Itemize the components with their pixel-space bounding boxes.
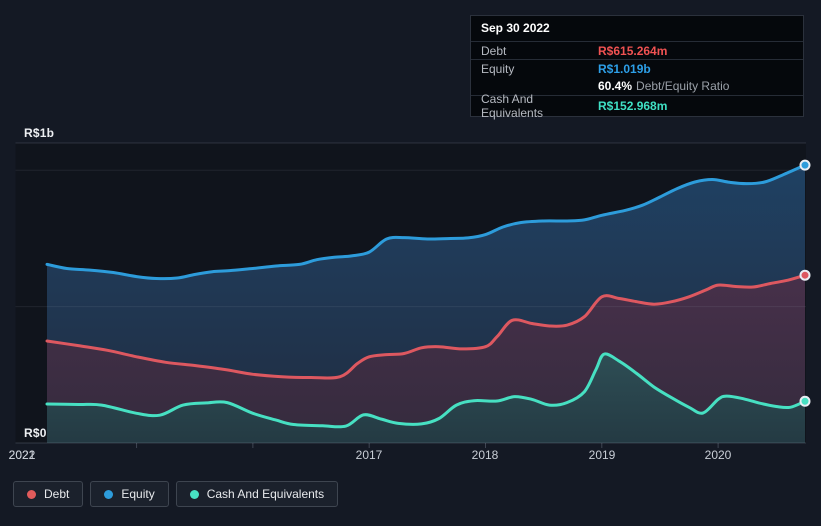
equity-dot-icon — [104, 489, 114, 499]
tooltip-debt-value: R$615.264m — [598, 43, 668, 58]
legend-item-equity[interactable]: Equity — [90, 481, 169, 507]
debt-dot-icon — [27, 489, 36, 499]
debt-equity-chart-panel: R$1b R$0 2017 2018 2019 2020 2021 2022 S… — [0, 0, 821, 526]
x-axis-label-2018: 2018 — [471, 448, 499, 462]
tooltip-row-cash: Cash And Equivalents R$152.968m — [471, 92, 803, 120]
tooltip-row-debt: Debt R$615.264m — [471, 42, 803, 60]
legend-debt-label: Debt — [44, 487, 70, 501]
cash-dot-icon — [189, 489, 199, 499]
x-axis-label-2020: 2020 — [704, 448, 732, 462]
legend-cash-label: Cash And Equivalents — [206, 487, 325, 501]
equity-endpoint-marker[interactable] — [799, 159, 811, 171]
x-axis-label-2022: 2022 — [8, 448, 36, 462]
cash-endpoint-marker[interactable] — [799, 395, 811, 407]
tooltip-cash-value: R$152.968m — [598, 99, 668, 113]
tooltip-equity-label: Equity — [481, 61, 515, 76]
legend-item-debt[interactable]: Debt — [13, 481, 84, 507]
chart-tooltip: Sep 30 2022 Debt R$615.264m Equity R$1.0… — [470, 15, 804, 120]
x-axis-label-2019: 2019 — [588, 448, 616, 462]
legend-equity-label: Equity — [121, 487, 155, 501]
tooltip-row-equity: Equity R$1.019b — [471, 60, 803, 77]
legend-item-cash[interactable]: Cash And Equivalents — [175, 481, 339, 507]
tooltip-ratio-label: Debt/Equity Ratio — [636, 79, 730, 93]
tooltip-cash-label: Cash And Equivalents — [481, 92, 544, 120]
y-axis-label-1b: R$1b — [24, 126, 55, 140]
chart-legend: Debt Equity Cash And Equivalents — [13, 481, 339, 507]
x-axis-label-2017: 2017 — [355, 448, 383, 462]
tooltip-debt-label: Debt — [481, 43, 507, 58]
tooltip-ratio-value: 60.4% — [598, 79, 633, 93]
tooltip-date: Sep 30 2022 — [471, 16, 803, 42]
debt-endpoint-marker[interactable] — [799, 269, 811, 281]
tooltip-equity-value: R$1.019b — [598, 61, 651, 76]
y-axis-label-0: R$0 — [24, 426, 47, 440]
